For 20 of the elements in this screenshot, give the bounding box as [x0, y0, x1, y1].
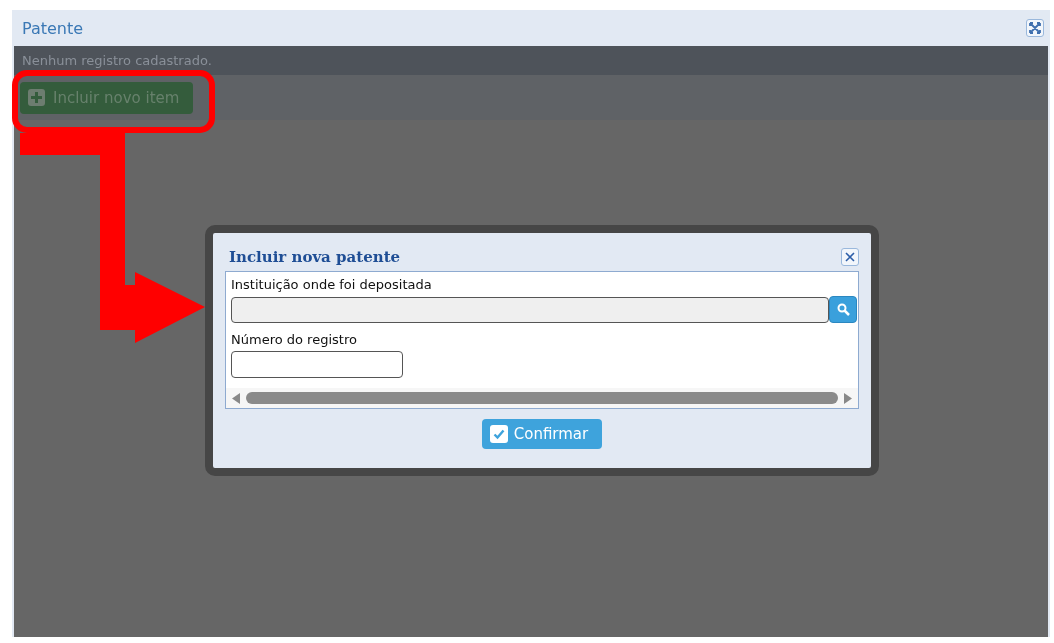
collapse-button[interactable] [1026, 19, 1044, 37]
field-label: Número do registro [230, 331, 358, 349]
registration-number-field[interactable] [231, 351, 403, 378]
dialog-title: Incluir nova patente [229, 248, 401, 266]
checkbox-tick-icon [489, 425, 508, 443]
left-arrow-icon [232, 392, 240, 404]
scrollbar-thumb[interactable] [246, 392, 838, 404]
institution-field[interactable] [231, 296, 829, 323]
search-button[interactable] [829, 296, 857, 323]
search-icon [836, 303, 850, 316]
right-arrow-icon [844, 392, 852, 404]
close-icon [845, 252, 855, 262]
field-label: Instituição onde foi depositada [230, 276, 433, 294]
horizontal-scrollbar[interactable] [226, 388, 858, 408]
confirm-button[interactable]: Confirmar [481, 419, 603, 449]
empty-message: Nenhum registro cadastrado. [22, 53, 212, 68]
crossed-arrows-icon [1029, 22, 1041, 34]
plus-icon [28, 89, 45, 106]
panel-title: Patente [22, 18, 84, 38]
close-button[interactable] [841, 248, 859, 266]
